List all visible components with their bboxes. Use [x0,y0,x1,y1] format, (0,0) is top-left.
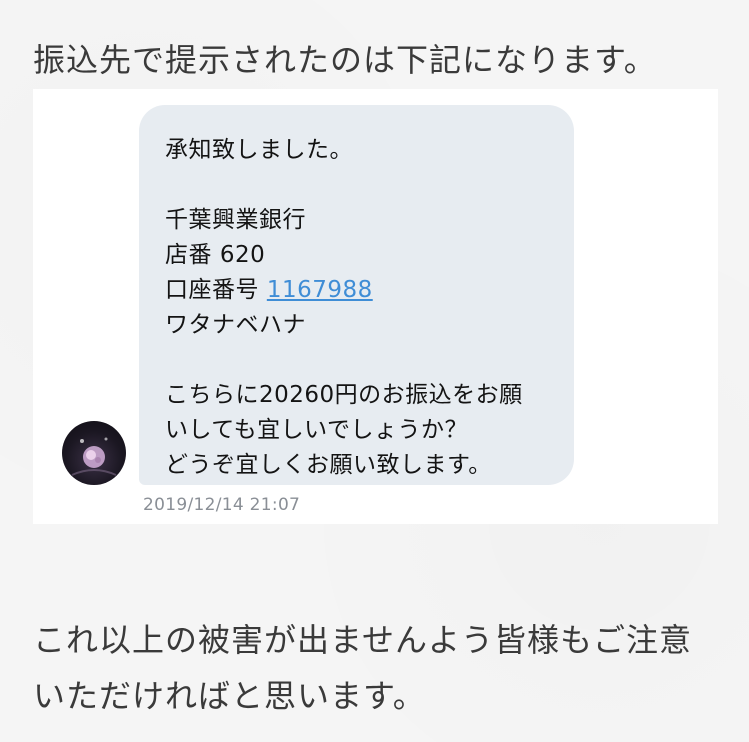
branch-number: 620 [219,242,266,268]
message-line: 承知致しました。 [165,137,353,163]
intro-text: 振込先で提示されたのは下記になります。 [33,41,657,79]
message-bubble: 承知致しました。 千葉興業銀行 店番 620 口座番号 1167988 ワタナベ… [139,105,574,485]
outro-line: これ以上の被害が出ませんよう皆様もご注意 [33,621,693,659]
account-line: 口座番号 1167988 [165,273,548,308]
bank-name: 千葉興業銀行 [165,207,306,233]
outro-line: いただければと思います。 [33,677,426,715]
account-holder: ワタナベハナ [165,312,306,338]
message-timestamp: 2019/12/14 21:07 [143,495,301,515]
message-line: いしても宜しいでしょうか？ [165,417,468,443]
outro-text: これ以上の被害が出ませんよう皆様もご注意 いただければと思います。 [33,612,692,724]
chat-screenshot: 承知致しました。 千葉興業銀行 店番 620 口座番号 1167988 ワタナベ… [33,89,718,524]
account-label: 口座番号 [165,277,259,303]
avatar-image [71,437,117,476]
branch-label: 店番 [165,242,212,268]
branch-line: 店番 620 [165,238,548,273]
message-line: こちらに20260円のお振込をお願 [165,382,523,408]
account-number-link[interactable]: 1167988 [267,277,373,303]
avatar[interactable] [62,421,126,485]
message-line: どうぞ宜しくお願い致します。 [165,452,492,478]
